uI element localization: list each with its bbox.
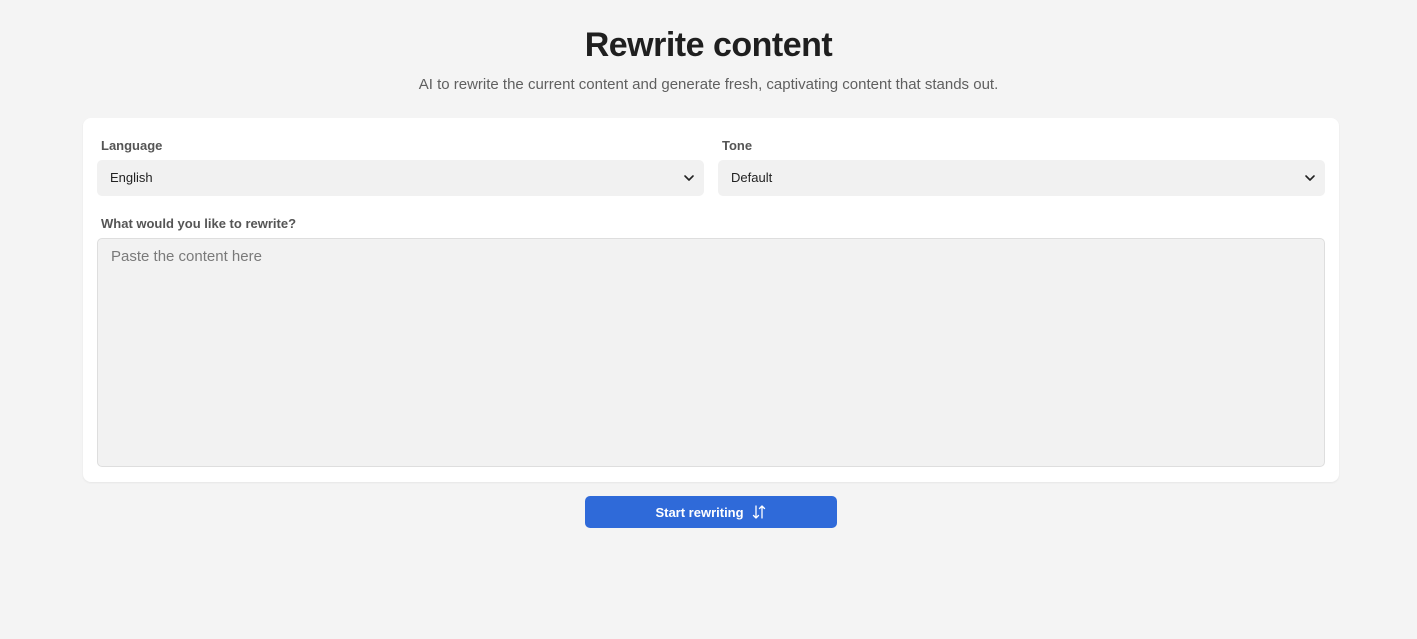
language-select[interactable]: English bbox=[97, 160, 704, 196]
content-textarea[interactable] bbox=[97, 238, 1325, 467]
start-rewriting-label: Start rewriting bbox=[655, 504, 744, 520]
chevron-down-icon bbox=[1305, 175, 1315, 181]
start-rewriting-button[interactable]: Start rewriting bbox=[585, 496, 837, 528]
swap-vertical-icon bbox=[752, 505, 765, 519]
language-label: Language bbox=[101, 138, 163, 153]
tone-label: Tone bbox=[722, 138, 753, 153]
page-title: Rewrite content bbox=[584, 26, 833, 64]
rewrite-form-card: Language English Tone Default What would… bbox=[83, 118, 1339, 482]
language-select-value: English bbox=[110, 170, 153, 185]
tone-select-value: Default bbox=[731, 170, 773, 185]
chevron-down-icon bbox=[684, 175, 694, 181]
tone-select[interactable]: Default bbox=[718, 160, 1325, 196]
page-subtitle: AI to rewrite the current content and ge… bbox=[418, 76, 999, 93]
content-label: What would you like to rewrite? bbox=[101, 216, 297, 231]
